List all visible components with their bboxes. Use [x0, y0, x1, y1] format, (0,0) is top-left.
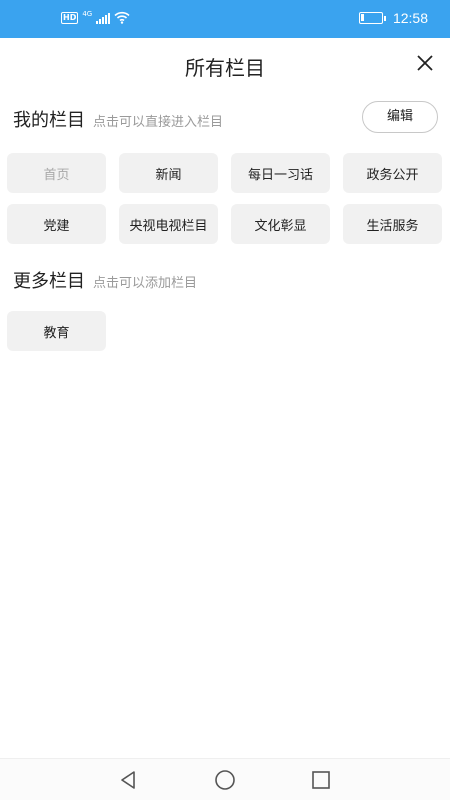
- network-type: 4G: [82, 9, 93, 18]
- signal-icon: [96, 12, 111, 24]
- my-channel-tile-7[interactable]: 生活服务: [343, 204, 442, 244]
- my-channels-hint: 点击可以直接进入栏目: [93, 115, 224, 130]
- home-icon[interactable]: [212, 767, 238, 793]
- my-channel-tile-2[interactable]: 每日一习话: [231, 153, 330, 193]
- edit-button[interactable]: 编辑: [362, 101, 438, 133]
- status-bar: HD 4G 12:58: [0, 0, 450, 38]
- status-right: 12:58: [358, 10, 428, 26]
- my-channels-grid: 首页 新闻 每日一习话 政务公开党建 央视电视栏目 文化彰显 生活服务: [7, 153, 442, 244]
- my-channels-title: 我的栏目: [13, 110, 85, 131]
- my-channel-tile-6[interactable]: 文化彰显: [231, 204, 330, 244]
- my-channel-tile-5[interactable]: 央视电视栏目: [119, 204, 218, 244]
- recents-icon[interactable]: [308, 767, 334, 793]
- title-bar: 所有栏目: [0, 38, 450, 88]
- my-channels-header: 我的栏目 点击可以直接进入栏目: [13, 106, 223, 132]
- more-channel-tile-0[interactable]: 教育: [7, 311, 106, 351]
- my-channel-tile-0: 首页: [7, 153, 106, 193]
- battery-level: [360, 14, 364, 21]
- more-channels-header: 更多栏目 点击可以添加栏目: [13, 267, 197, 293]
- wifi-icon: [114, 11, 130, 24]
- more-channels-title: 更多栏目: [13, 271, 85, 292]
- my-channel-tile-1[interactable]: 新闻: [119, 153, 218, 193]
- clock: 12:58: [392, 10, 428, 26]
- my-channel-tile-3[interactable]: 政务公开: [343, 153, 442, 193]
- hd-icon: HD: [61, 11, 79, 24]
- page-title: 所有栏目: [185, 56, 265, 80]
- my-channel-tile-4[interactable]: 党建: [7, 204, 106, 244]
- more-channels-grid: 教育: [7, 311, 442, 351]
- back-icon[interactable]: [115, 767, 141, 793]
- navigation-bar: [0, 758, 450, 800]
- close-icon[interactable]: [414, 52, 436, 74]
- more-channels-hint: 点击可以添加栏目: [93, 276, 198, 291]
- status-indicators: HD 4G: [61, 9, 130, 24]
- battery-icon: [358, 12, 386, 24]
